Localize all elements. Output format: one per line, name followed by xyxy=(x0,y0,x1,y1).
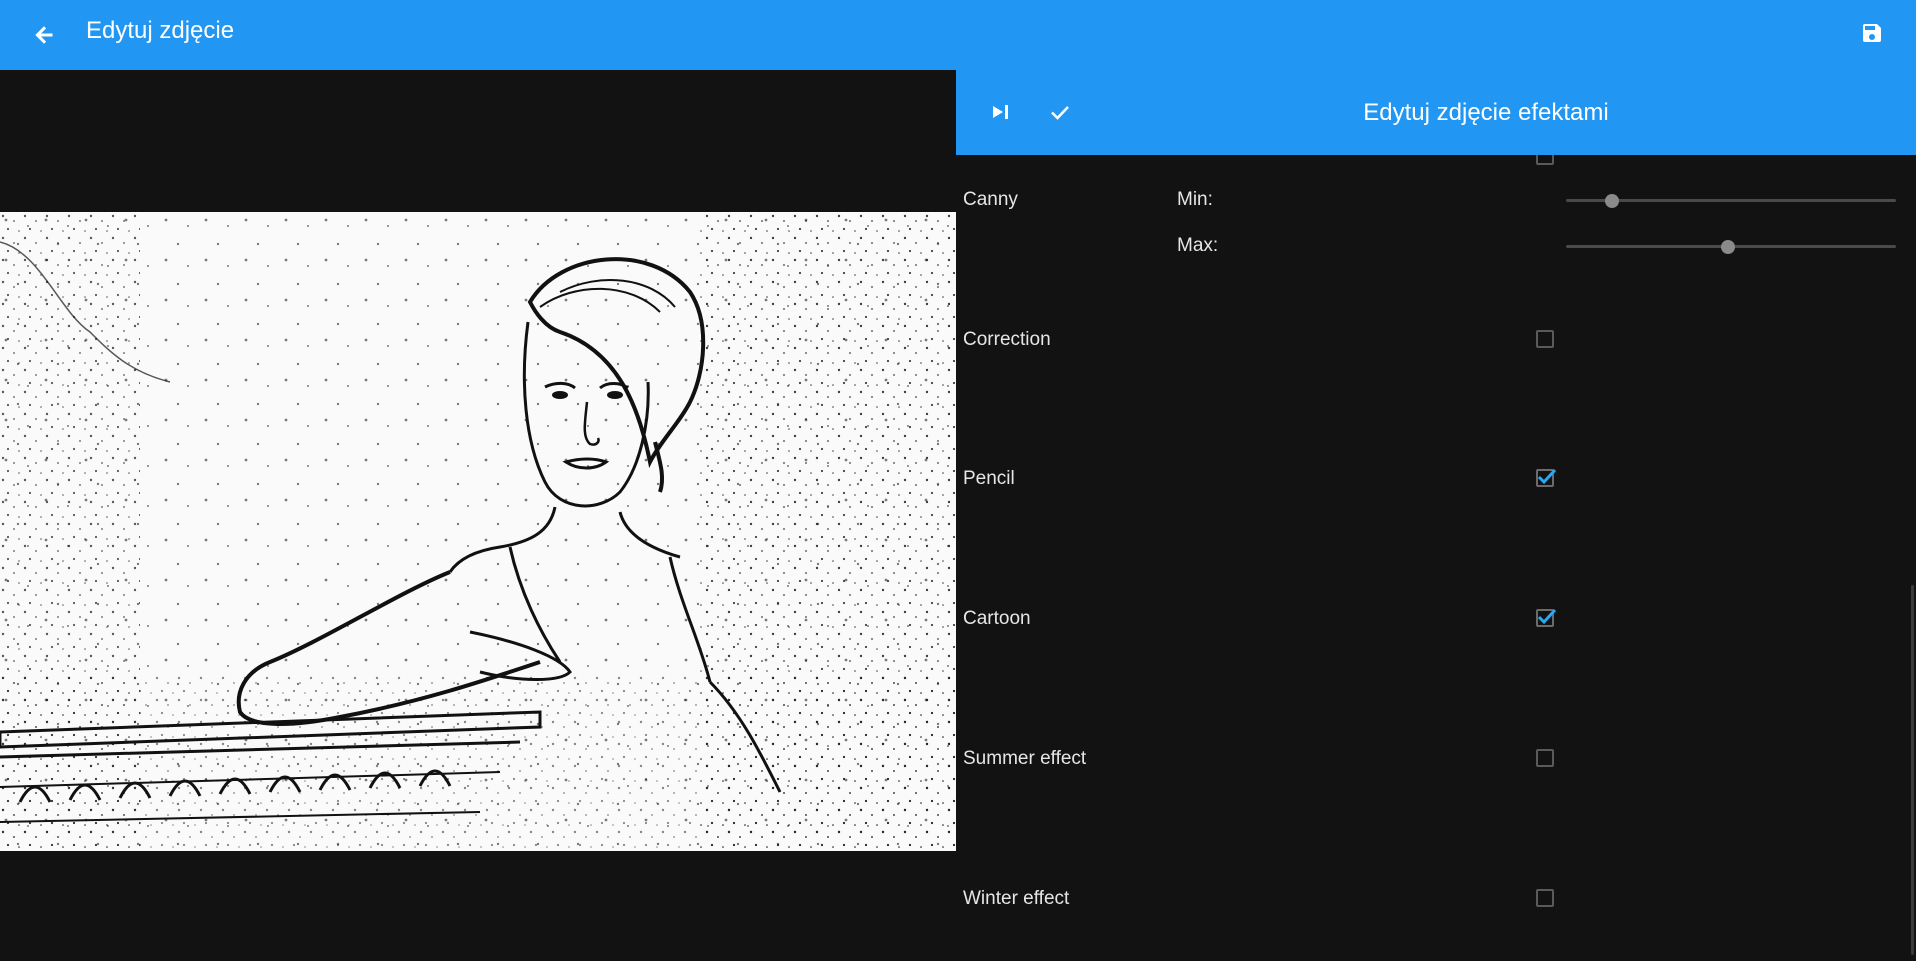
effects-list: Canny Min: Max: Correction Pencil Cartoo… xyxy=(956,155,1916,961)
save-button[interactable] xyxy=(1852,13,1892,53)
page-title: Edytuj zdjęcie xyxy=(86,17,235,44)
scrollbar[interactable] xyxy=(1911,585,1914,955)
effect-label-summer: Summer effect xyxy=(963,748,1087,769)
effects-toolbar: Edytuj zdjęcie efektami xyxy=(956,70,1916,155)
effects-panel-title: Edytuj zdjęcie efektami xyxy=(1363,99,1609,126)
canny-max-slider[interactable] xyxy=(1566,237,1896,257)
canny-max-label: Max: xyxy=(1177,235,1219,256)
effect-label-pencil: Pencil xyxy=(963,468,1015,489)
effect-label-cartoon: Cartoon xyxy=(963,608,1031,629)
checkmark-icon xyxy=(1537,468,1557,485)
checkmark-icon xyxy=(1537,608,1557,625)
slider-thumb[interactable] xyxy=(1605,194,1620,208)
checkbox-cartoon[interactable] xyxy=(1536,608,1557,627)
effects-panel: Edytuj zdjęcie efektami Canny Min: Max: … xyxy=(956,70,1916,961)
checkbox-winter[interactable] xyxy=(1536,889,1554,907)
checkbox-summer[interactable] xyxy=(1536,749,1554,767)
image-preview-area xyxy=(0,70,956,961)
arrow-left-icon xyxy=(35,26,53,44)
edited-photo xyxy=(0,212,956,851)
canny-min-slider[interactable] xyxy=(1566,191,1896,211)
effect-label-winter: Winter effect xyxy=(963,888,1070,909)
checkbox-pencil[interactable] xyxy=(1536,468,1557,487)
floppy-disk-icon xyxy=(1863,24,1881,42)
app-bar: Edytuj zdjęcie xyxy=(0,0,1916,70)
checkbox-correction[interactable] xyxy=(1536,330,1554,348)
checkbox-canny[interactable] xyxy=(1536,155,1554,165)
effect-label-correction: Correction xyxy=(963,329,1051,350)
slider-thumb[interactable] xyxy=(1720,240,1735,254)
back-button[interactable] xyxy=(24,15,64,55)
effect-label-canny: Canny xyxy=(963,189,1018,210)
canny-min-label: Min: xyxy=(1177,189,1213,210)
